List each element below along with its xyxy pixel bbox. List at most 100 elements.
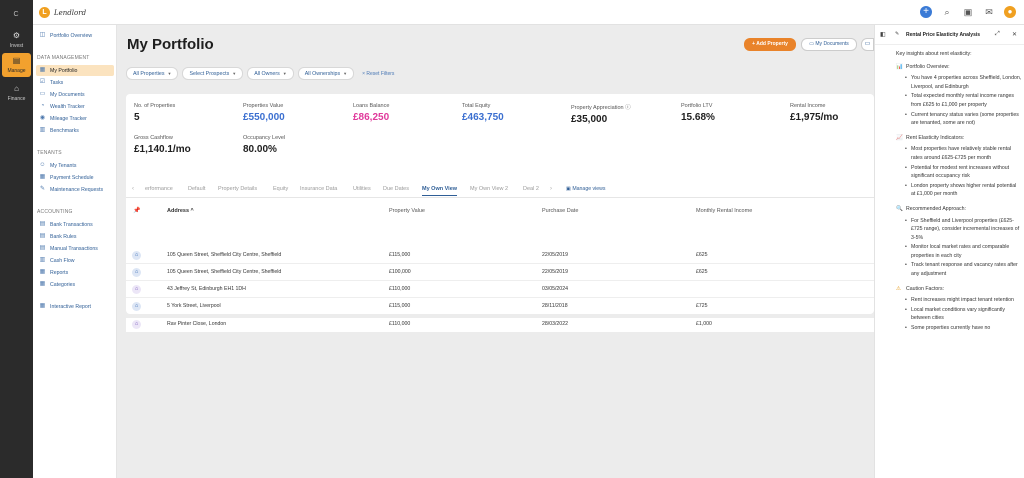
cell-value: £115,000 (389, 303, 411, 309)
add-property-button[interactable]: + Add Property (744, 38, 796, 51)
tab-my-own-view-2[interactable]: My Own View 2 (470, 186, 508, 192)
nav-label: Benchmarks (50, 127, 79, 134)
avatar-icon[interactable]: ● (1004, 6, 1016, 18)
nav-label: My Documents (50, 91, 85, 98)
nav-manual-transactions[interactable]: ▤ Manual Transactions (36, 243, 114, 254)
sidebar-toggle-icon[interactable]: ◧ (880, 31, 886, 38)
nav-bank-transactions[interactable]: ▤ Bank Transactions (36, 219, 114, 230)
close-icon[interactable]: ✕ (1012, 31, 1017, 38)
my-documents-button[interactable]: ▭ My Documents (801, 38, 857, 51)
tab-my-own-view[interactable]: My Own View (422, 186, 458, 196)
overview-icon: ◫ (39, 32, 46, 38)
rail-item-manage[interactable]: ▤ Manage (2, 53, 31, 77)
expand-icon[interactable]: ⤢ (995, 31, 1000, 38)
stat-label: Total Equity (462, 103, 491, 109)
nav-payment-schedule[interactable]: ▦ Payment Schedule (36, 172, 114, 183)
table-row[interactable]: ⌂ Rav Pinter Close, London £110,000 28/0… (126, 318, 874, 332)
reports-icon: ▦ (39, 269, 46, 275)
nav-categories[interactable]: ▦ Categories (36, 279, 114, 290)
edit-icon[interactable]: ✎ (895, 31, 899, 37)
filter-label: Select Prospects (189, 71, 230, 77)
plus-icon[interactable]: + (920, 6, 932, 18)
nav-portfolio-overview[interactable]: ◫ Portfolio Overview (36, 30, 114, 41)
nav-label: My Tenants (50, 162, 77, 169)
col-property-value[interactable]: Property Value (389, 208, 425, 214)
cell-rent: £625 (696, 269, 708, 275)
more-button[interactable]: ▭ (861, 38, 874, 51)
stat-label: Portfolio LTV (681, 103, 713, 109)
tab-equity[interactable]: Equity (273, 186, 288, 192)
button-label: My Documents (815, 41, 849, 47)
filter-all-properties[interactable]: All Properties ▼ (126, 67, 179, 80)
tab-performance[interactable]: erformance (145, 186, 173, 192)
table-row[interactable]: ⌂ 5 York Street, Liverpool £115,000 28/1… (126, 300, 874, 314)
filter-all-ownerships[interactable]: All Ownerships ▼ (297, 67, 355, 80)
tab-insurance-data[interactable]: Insurance Data (300, 186, 337, 192)
gift-icon[interactable]: ✉ (983, 6, 995, 18)
nav-my-portfolio[interactable]: ▦ My Portfolio (36, 65, 114, 76)
table-row[interactable]: ⌂ 105 Queen Street, Sheffield City Centr… (126, 266, 874, 280)
filter-label: All Owners (254, 71, 280, 77)
manage-views-link[interactable]: ▣ Manage views (566, 186, 606, 192)
table-row[interactable]: ⌂ 105 Queen Street, Sheffield City Centr… (126, 249, 874, 263)
reset-filters-link[interactable]: × Reset Filters (362, 71, 394, 77)
collapse-button[interactable]: C (9, 9, 23, 21)
pin-icon[interactable]: 📌 (133, 207, 140, 214)
row-divider (126, 263, 874, 264)
nav-reports[interactable]: ▦ Reports (36, 267, 114, 278)
building-icon: ⌂ (132, 302, 141, 311)
chevron-left-icon[interactable]: ‹ (132, 186, 134, 192)
rail-item-invest[interactable]: ⚙ Invest (2, 31, 31, 49)
nav-my-tenants[interactable]: ☺ My Tenants (36, 160, 114, 171)
search-icon[interactable]: ⌕ (941, 6, 953, 18)
nav-label: Cash Flow (50, 257, 75, 264)
manage-icon: ▤ (12, 56, 21, 65)
tab-utilities[interactable]: Utilities (353, 186, 371, 192)
cell-value: £110,000 (389, 321, 411, 327)
table-row[interactable]: ⌂ 43 Jeffrey St, Edinburgh EH1 1DH £110,… (126, 283, 874, 297)
nav-mileage-tracker[interactable]: ◉ Mileage Tracker (36, 113, 114, 124)
filter-select-prospects[interactable]: Select Prospects ▼ (182, 67, 244, 80)
cell-address: 105 Queen Street, Sheffield City Centre,… (167, 252, 282, 258)
app-logo[interactable]: L Lendlord (39, 6, 86, 19)
nav-label: Categories (50, 281, 76, 288)
panel-intro: Key insights about rent elasticity: (896, 51, 972, 57)
camera-icon[interactable]: ▣ (962, 6, 974, 18)
chevron-right-icon[interactable]: › (550, 186, 552, 192)
home-icon: ⌂ (132, 320, 141, 329)
tab-property-details[interactable]: Property Details (218, 186, 257, 192)
tab-deal-2[interactable]: Deal 2 (523, 186, 539, 192)
logo-icon: L (39, 7, 50, 18)
nav-label: Wealth Tracker (50, 103, 85, 110)
chevron-down-icon: ▼ (282, 71, 287, 76)
cell-address: Rav Pinter Close, London (167, 321, 227, 327)
page-title: My Portfolio (127, 36, 214, 53)
nav-benchmarks[interactable]: ▥ Benchmarks (36, 125, 114, 136)
col-address[interactable]: Address ^ (167, 208, 194, 214)
filter-all-owners[interactable]: All Owners ▼ (247, 67, 294, 80)
tab-default[interactable]: Default (188, 186, 205, 192)
nav-wealth-tracker[interactable]: ◔ Wealth Tracker (36, 101, 114, 112)
nav-maintenance-requests[interactable]: ✎ Maintenance Requests (36, 184, 114, 195)
nav-tasks[interactable]: ☑ Tasks (36, 77, 114, 88)
list-item: Total expected monthly rental income ran… (905, 92, 1022, 109)
stat-value: £1,975/mo (790, 112, 839, 123)
nav-cash-flow[interactable]: ▥ Cash Flow (36, 255, 114, 266)
calendar-icon: ▦ (39, 174, 46, 180)
nav-interactive-report[interactable]: ▦ Interactive Report (36, 301, 114, 312)
categories-icon: ▦ (39, 281, 46, 287)
list-item: Track tenant response and vacancy rates … (905, 261, 1022, 278)
nav-bank-rules[interactable]: ▤ Bank Rules (36, 231, 114, 242)
rail-item-finance[interactable]: ⌂ Finance (2, 84, 31, 102)
section-title: Recommended Approach: (906, 205, 966, 212)
stat-label: Gross Cashflow (134, 135, 173, 141)
cell-date: 28/03/2022 (542, 321, 568, 327)
col-purchase-date[interactable]: Purchase Date (542, 208, 578, 214)
stat-value: 5 (134, 112, 140, 123)
tab-due-dates[interactable]: Due Dates (383, 186, 409, 192)
chevron-down-icon: ▼ (343, 71, 348, 76)
nav-my-documents[interactable]: ▭ My Documents (36, 89, 114, 100)
stat-label: Property Appreciation ⓘ (571, 105, 631, 111)
col-monthly-rent[interactable]: Monthly Rental Income (696, 208, 752, 214)
nav-label: Bank Transactions (50, 221, 93, 228)
